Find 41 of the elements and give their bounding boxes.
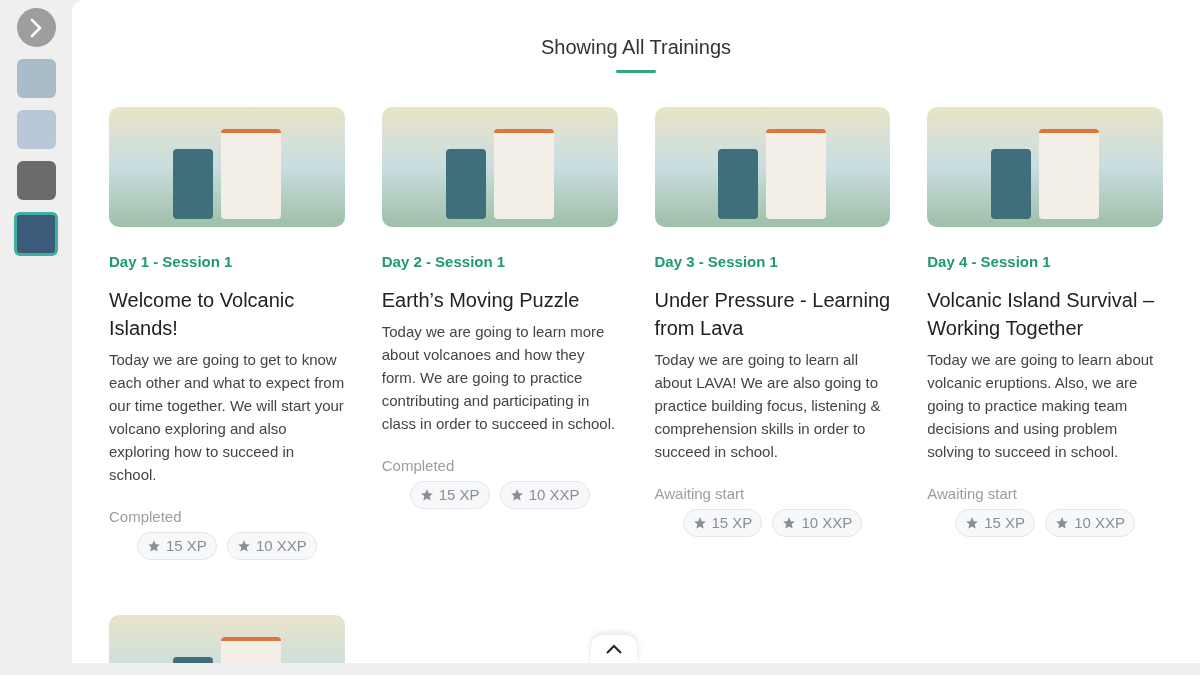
session-label: Day 1 - Session 1 [109, 252, 234, 272]
expand-button[interactable] [16, 8, 56, 47]
status-label: Completed [381, 455, 456, 476]
chevron-up-icon [606, 644, 622, 654]
session-label: Day 2 - Session 1 [381, 252, 507, 272]
training-description: Today we are going to get to know each other and what to expect from our time together. We will start your volcano exploring and also exploring how to succeed in school. [109, 349, 345, 485]
course-thumbnail[interactable] [16, 59, 56, 98]
star-icon [236, 539, 251, 553]
training-title: Earth’s Moving Puzzle [381, 287, 581, 313]
training-description: Today we are going to learn more about volcanoes and how they form. We are going to practice contributing and participating in class in order to succeed in school. [381, 321, 617, 434]
star-icon [509, 488, 524, 502]
xp-badge: 10 XXP [1045, 509, 1135, 537]
xp-badge: 15 XP [955, 509, 1036, 537]
star-icon [782, 516, 797, 530]
training-description: Today we are going to learn about volcanic eruptions. Also, we are going to practice making team decisions and using problem solving to succeed in school. [927, 349, 1155, 462]
status-label: Awaiting start [927, 483, 1018, 504]
chevron-right-icon [29, 17, 43, 38]
xp-badge: 15 XP [682, 509, 763, 537]
star-icon [419, 488, 434, 502]
star-icon [965, 516, 980, 530]
course-thumbnail[interactable] [14, 212, 58, 256]
training-title: Welcome to Volcanic Islands! [109, 287, 296, 341]
xp-badge: 10 XXP [499, 481, 590, 509]
status-label: Completed [109, 506, 183, 527]
session-label: Day 4 - Session 1 [927, 252, 1052, 272]
status-label: Awaiting start [654, 483, 746, 504]
training-title: Volcanic Island Survival – Working Together [927, 287, 1156, 341]
training-description: Today we are going to learn all about LAVA! We are also going to practice building focus, listening & comprehension skills in order to succeed in school. [654, 349, 882, 462]
page-title: Showing All Trainings [540, 35, 732, 60]
xp-badge: 10 XXP [226, 532, 317, 560]
xp-badge: 15 XP [409, 481, 490, 509]
scroll-up-button[interactable] [591, 635, 637, 663]
star-icon [147, 539, 161, 553]
star-icon [692, 516, 707, 530]
training-title: Under Pressure - Learning from Lava [654, 287, 891, 341]
xp-badge: 10 XXP [772, 509, 863, 537]
course-thumbnail[interactable] [16, 161, 56, 200]
star-icon [1055, 516, 1070, 530]
xp-badge: 15 XP [137, 532, 217, 560]
course-thumbnail[interactable] [16, 110, 56, 149]
session-label: Day 3 - Session 1 [654, 252, 779, 272]
